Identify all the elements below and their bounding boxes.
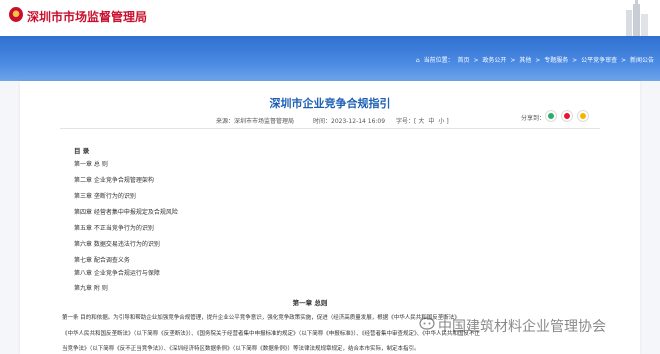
- body-paragraph-line: 当竞争法》（以下简称《反不正当竞争法》）、《深圳经济特区数据条例》（以下简称《数…: [62, 346, 420, 352]
- site-header: 深圳市市场监督管理局: [0, 0, 660, 36]
- weibo-icon: [564, 113, 570, 119]
- skyline-decoration-icon: [626, 0, 648, 36]
- toc-item[interactable]: 第二章 企业竞争合规管理架构: [74, 175, 154, 184]
- article-time: 时间：2023-12-14 16:09: [313, 118, 386, 125]
- watermark-text: 中国建筑材料企业管理协会: [438, 319, 606, 335]
- breadcrumb-separator: >: [473, 57, 479, 64]
- watermark-logo-icon: [419, 317, 435, 330]
- share-wechat-button[interactable]: [545, 110, 557, 122]
- national-emblem-icon: [9, 7, 23, 22]
- font-size-large-button[interactable]: 大: [418, 118, 424, 125]
- breadcrumb-gov-affairs[interactable]: 政务公开: [482, 57, 506, 64]
- site-title[interactable]: 深圳市市场监督管理局: [27, 8, 147, 25]
- toc-item[interactable]: 第九章 附 则: [74, 283, 108, 292]
- body-paragraph-line: 《中华人民共和国反垄断法》（以下简称《反垄断法》）、《国务院关于经营者集中申报标…: [62, 331, 481, 337]
- breadcrumb-special-services[interactable]: 专题服务: [544, 57, 568, 64]
- toc-item[interactable]: 第四章 经营者集中申报规定及合规风险: [74, 207, 178, 216]
- breadcrumb-separator: >: [621, 57, 627, 64]
- toc-item[interactable]: 第七章 配合调查义务: [74, 255, 130, 264]
- share-label: 分享到：: [521, 115, 546, 122]
- qzone-star-icon: [580, 113, 586, 119]
- breadcrumb-separator: >: [510, 57, 516, 64]
- share-weibo-button[interactable]: [561, 110, 573, 122]
- breadcrumb-other[interactable]: 其他: [519, 57, 531, 64]
- chapter-heading: 第一章 总则: [292, 299, 328, 307]
- breadcrumb-news[interactable]: 新闻公告: [630, 57, 654, 64]
- toc-item[interactable]: 第五章 不正当竞争行为的识别: [74, 223, 154, 232]
- article-source: 来源：深圳市市场监督管理局: [216, 118, 295, 125]
- font-size-label: 字号：[: [396, 118, 417, 125]
- font-size-control: 字号：[大中小]: [396, 116, 449, 125]
- breadcrumb-fair-competition[interactable]: 公平竞争审查: [581, 57, 617, 64]
- breadcrumb-separator: >: [535, 57, 541, 64]
- toc-item[interactable]: 第一章 总 则: [74, 159, 108, 168]
- toc-title: 目 录: [74, 147, 90, 155]
- breadcrumb: ⌂ 当前位置： 首页 > 政务公开 > 其他 > 专题服务 > 公平竞争审查 >…: [0, 55, 654, 64]
- font-size-close-bracket: ]: [446, 118, 449, 125]
- breadcrumb-prefix: 当前位置：: [423, 57, 454, 64]
- article-title: 深圳市企业竞争合规指引: [269, 97, 391, 110]
- meta-divider: [60, 128, 600, 129]
- location-pin-icon: ⌂: [415, 57, 420, 64]
- body-paragraph-line: 第一条 目的和依据。为引导和帮助企业加强竞争合规管理，提升企业公平竞争意识，强化…: [62, 315, 460, 321]
- font-size-small-button[interactable]: 小: [438, 118, 444, 125]
- breadcrumb-home[interactable]: 首页: [458, 57, 470, 64]
- toc-item[interactable]: 第八章 企业竞争合规运行与保障: [74, 268, 160, 277]
- wechat-icon: [548, 113, 554, 119]
- toc-item[interactable]: 第六章 数据交易违法行为的识别: [74, 239, 160, 248]
- font-size-medium-button[interactable]: 中: [428, 118, 434, 125]
- toc-item[interactable]: 第三章 垄断行为的识别: [74, 191, 136, 200]
- share-qzone-button[interactable]: [577, 110, 589, 122]
- breadcrumb-separator: >: [572, 57, 578, 64]
